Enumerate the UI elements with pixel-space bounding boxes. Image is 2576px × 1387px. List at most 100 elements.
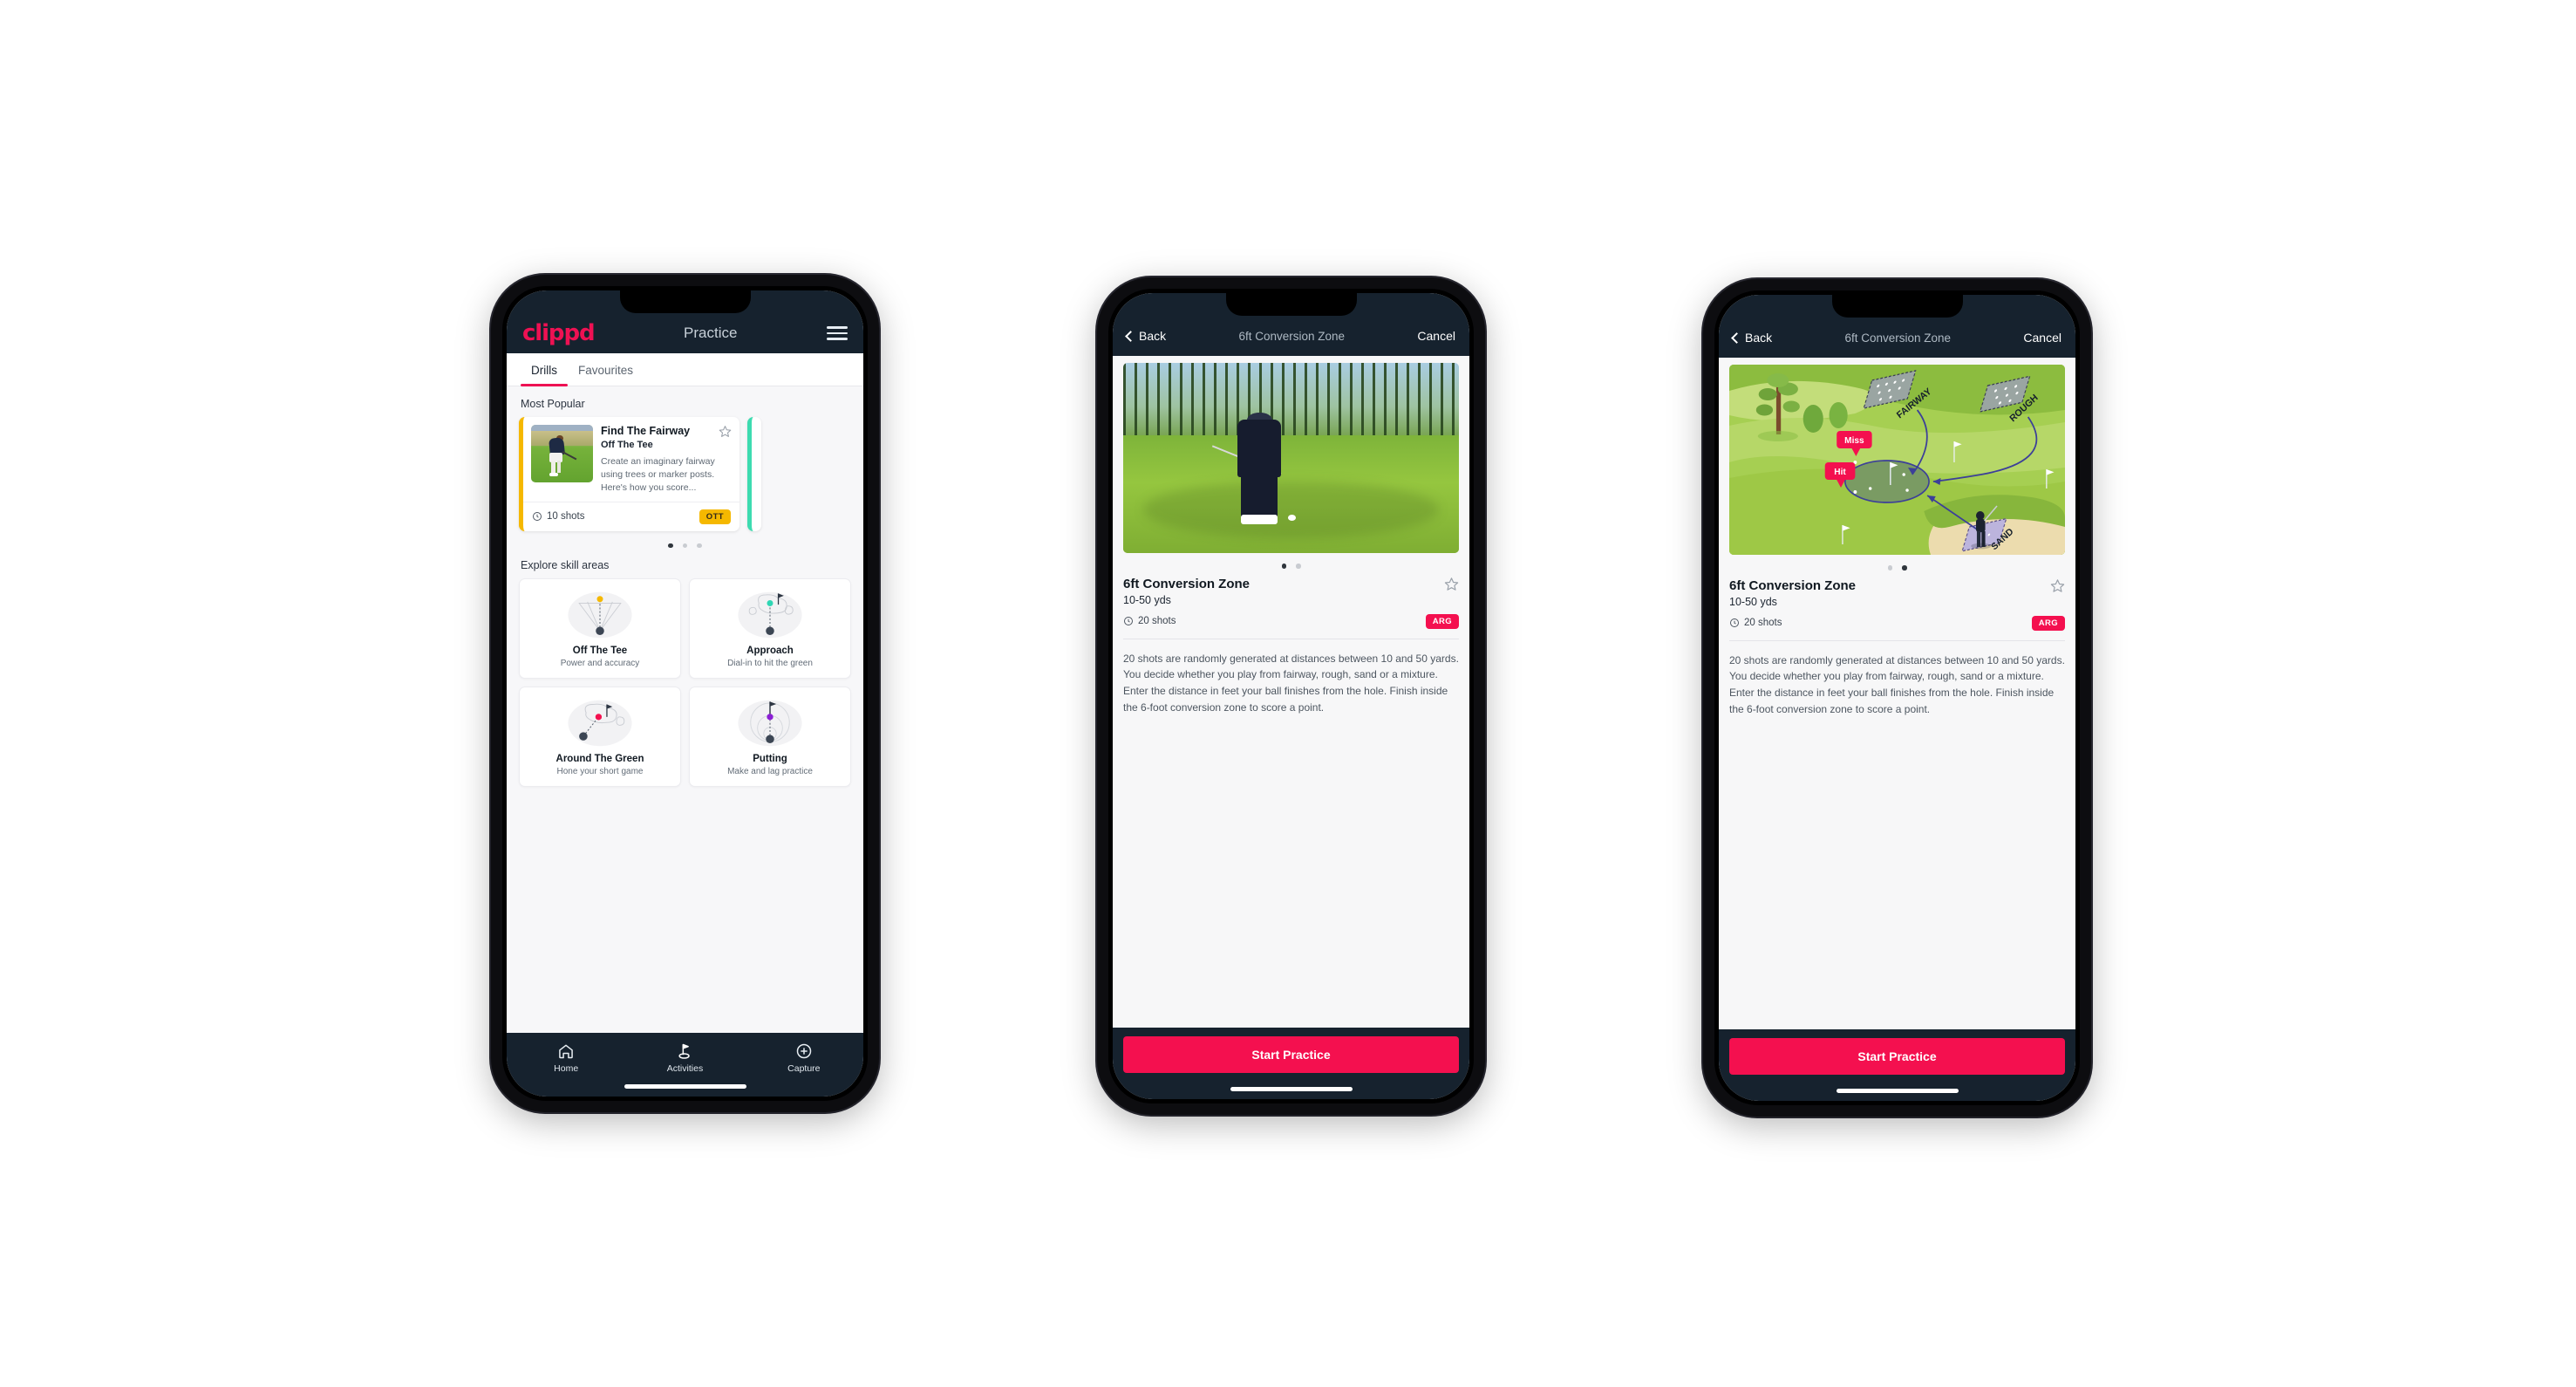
detail-title-row: 6ft Conversion Zone 10-50 yds bbox=[1123, 577, 1459, 606]
drill-skill-area: Off The Tee bbox=[601, 440, 653, 450]
clippd-logo: clippd bbox=[522, 320, 596, 346]
star-outline-icon[interactable] bbox=[719, 425, 732, 438]
drill-card-top: Find The Fairway Off The Tee Create an i… bbox=[523, 417, 739, 502]
hero-dot[interactable] bbox=[1296, 564, 1301, 569]
tab-strip: Drills Favourites bbox=[507, 353, 863, 386]
cancel-button[interactable]: Cancel bbox=[2023, 331, 2061, 345]
tee-dispersion-icon bbox=[525, 588, 675, 642]
drill-thumbnail bbox=[531, 425, 593, 482]
carousel-dot[interactable] bbox=[668, 543, 673, 549]
home-indicator bbox=[1836, 1089, 1959, 1093]
chevron-left-icon bbox=[1731, 331, 1742, 344]
skill-card-off-the-tee[interactable]: Off The Tee Power and accuracy bbox=[519, 578, 681, 680]
skill-title: Approach bbox=[746, 646, 794, 657]
drill-title: 6ft Conversion Zone bbox=[1729, 577, 1857, 593]
back-label: Back bbox=[1139, 329, 1167, 343]
drill-card-next-peek[interactable] bbox=[747, 417, 761, 531]
drill-card-find-the-fairway[interactable]: Find The Fairway Off The Tee Create an i… bbox=[519, 417, 739, 531]
approach-green-icon bbox=[695, 588, 845, 642]
cancel-button[interactable]: Cancel bbox=[1417, 329, 1455, 343]
hamburger-icon[interactable] bbox=[827, 326, 848, 340]
page-title: Practice bbox=[684, 325, 738, 341]
start-practice-button[interactable]: Start Practice bbox=[1123, 1036, 1459, 1073]
phone-mockup-practice-list: clippd Practice Drills Favourites Most P… bbox=[491, 275, 879, 1112]
back-button[interactable]: Back bbox=[1731, 331, 1773, 345]
phone-bezel: clippd Practice Drills Favourites Most P… bbox=[502, 286, 868, 1101]
drill-detail-content: 6ft Conversion Zone 10-50 yds 20 shots A… bbox=[1113, 356, 1469, 1028]
start-practice-button[interactable]: Start Practice bbox=[1729, 1038, 2065, 1075]
drill-title: 6ft Conversion Zone bbox=[1123, 576, 1251, 591]
drill-shots: 20 shots bbox=[1123, 616, 1176, 626]
section-explore-label: Explore skill areas bbox=[521, 559, 610, 572]
drill-detail-content: FAIRWAY ROUGH SAND Miss Hit 6ft Conversi… bbox=[1719, 358, 2075, 1029]
phone-screen: clippd Practice Drills Favourites Most P… bbox=[507, 290, 863, 1097]
chip-green-icon bbox=[525, 696, 675, 750]
svg-text:Miss: Miss bbox=[1844, 436, 1864, 446]
phone-screen: Back 6ft Conversion Zone Cancel bbox=[1719, 295, 2075, 1101]
skill-card-approach[interactable]: Approach Dial-in to hit the green bbox=[689, 578, 851, 680]
home-icon bbox=[507, 1042, 625, 1060]
detail-title-row: 6ft Conversion Zone 10-50 yds bbox=[1729, 578, 2065, 608]
skill-badge-ott: OTT bbox=[699, 509, 731, 524]
back-button[interactable]: Back bbox=[1125, 329, 1167, 343]
skill-title: Putting bbox=[753, 754, 787, 765]
detail-meta-row: 20 shots ARG bbox=[1123, 613, 1459, 629]
drill-distance: 10-50 yds bbox=[1729, 595, 1777, 608]
home-indicator bbox=[624, 1084, 746, 1089]
hero-pagination[interactable] bbox=[1123, 564, 1459, 569]
drill-shots: 20 shots bbox=[1729, 618, 1782, 628]
phone-notch bbox=[1225, 293, 1357, 316]
phone-notch bbox=[619, 290, 751, 313]
skill-subtitle: Dial-in to hit the green bbox=[727, 659, 813, 669]
drill-shots: 10 shots bbox=[532, 511, 584, 522]
back-label: Back bbox=[1745, 331, 1773, 345]
drill-hero-diagram[interactable]: FAIRWAY ROUGH SAND Miss Hit bbox=[1729, 365, 2065, 555]
star-outline-icon[interactable] bbox=[2050, 578, 2065, 593]
skill-subtitle: Power and accuracy bbox=[560, 659, 640, 669]
drill-shots-label: 20 shots bbox=[1138, 616, 1176, 626]
most-popular-carousel[interactable]: Find The Fairway Off The Tee Create an i… bbox=[519, 417, 851, 531]
skill-subtitle: Hone your short game bbox=[556, 767, 644, 777]
star-outline-icon[interactable] bbox=[1444, 577, 1459, 591]
carousel-pagination[interactable] bbox=[519, 543, 851, 549]
hero-dot[interactable] bbox=[1281, 564, 1286, 569]
skill-title: Around The Green bbox=[555, 754, 644, 765]
tabbar-label: Activities bbox=[666, 1063, 704, 1074]
carousel-dot[interactable] bbox=[682, 543, 688, 549]
drill-description: Create an imaginary fairway using trees … bbox=[601, 456, 715, 493]
tabbar-label: Capture bbox=[787, 1063, 821, 1074]
skill-card-around-the-green[interactable]: Around The Green Hone your short game bbox=[519, 687, 681, 788]
nav-title: 6ft Conversion Zone bbox=[1844, 331, 1952, 345]
tabbar-item-capture[interactable]: Capture bbox=[745, 1042, 863, 1074]
skill-subtitle: Make and lag practice bbox=[727, 767, 813, 777]
drill-description: 20 shots are randomly generated at dista… bbox=[1123, 652, 1459, 714]
clock-icon bbox=[1729, 618, 1740, 628]
tabbar-label: Home bbox=[554, 1063, 579, 1074]
drill-distance: 10-50 yds bbox=[1123, 593, 1171, 606]
clock-icon bbox=[532, 511, 542, 522]
hero-pagination[interactable] bbox=[1729, 565, 2065, 571]
tabbar-item-activities[interactable]: Activities bbox=[625, 1042, 744, 1074]
divider bbox=[1729, 639, 2065, 641]
svg-text:Hit: Hit bbox=[1834, 468, 1846, 477]
tab-drills[interactable]: Drills bbox=[521, 353, 568, 386]
tabbar-item-home[interactable]: Home bbox=[507, 1042, 625, 1074]
detail-meta-row: 20 shots ARG bbox=[1729, 615, 2065, 631]
skill-title: Off The Tee bbox=[572, 646, 628, 657]
drill-description: 20 shots are randomly generated at dista… bbox=[1729, 653, 2065, 715]
putting-rings-icon bbox=[695, 696, 845, 750]
chevron-left-icon bbox=[1125, 330, 1136, 342]
tab-favourites[interactable]: Favourites bbox=[568, 353, 644, 386]
hero-dot[interactable] bbox=[1902, 565, 1907, 571]
drill-hero-photo[interactable] bbox=[1123, 363, 1459, 553]
skill-card-putting[interactable]: Putting Make and lag practice bbox=[689, 687, 851, 788]
phone-notch bbox=[1831, 295, 1963, 318]
skill-areas-grid: Off The Tee Power and accuracy Approach … bbox=[519, 578, 851, 788]
phone-mockup-drill-detail-diagram: Back 6ft Conversion Zone Cancel FAIRWAY … bbox=[1703, 279, 2091, 1117]
screenshot-canvas: clippd Practice Drills Favourites Most P… bbox=[0, 0, 2576, 1387]
drill-title: Find The Fairway bbox=[601, 425, 691, 437]
hero-dot[interactable] bbox=[1887, 565, 1892, 571]
drill-info: Find The Fairway Off The Tee Create an i… bbox=[601, 425, 732, 495]
plus-circle-icon bbox=[745, 1042, 863, 1060]
carousel-dot[interactable] bbox=[697, 543, 702, 549]
